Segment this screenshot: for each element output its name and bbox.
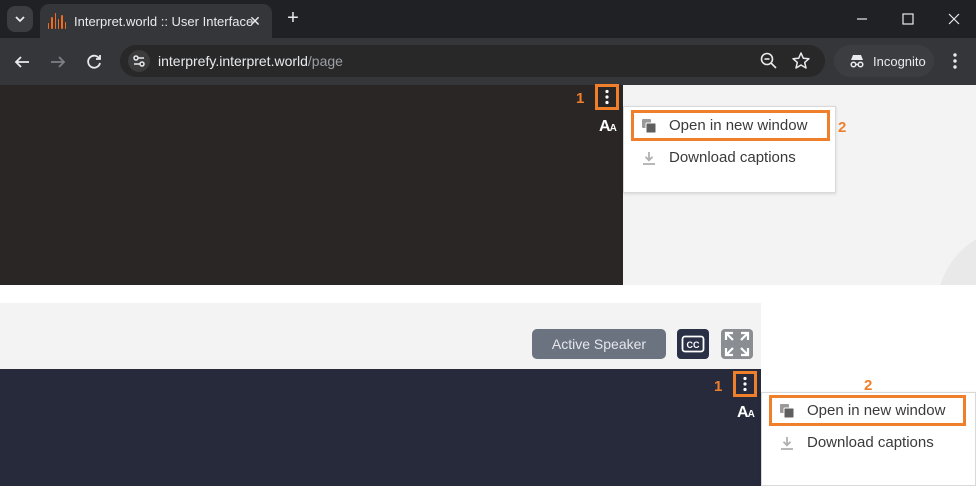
url-path: /page: [307, 53, 343, 69]
window-maximize-button[interactable]: [894, 5, 922, 33]
tune-icon: [133, 55, 145, 67]
more-vertical-icon: [605, 89, 609, 105]
bookmark-button[interactable]: [790, 50, 812, 72]
closed-captions-icon: CC: [681, 335, 705, 353]
more-vertical-icon: [953, 53, 957, 69]
reload-button[interactable]: [82, 50, 106, 74]
star-icon: [792, 52, 810, 69]
step-number-1-bottom: 1: [714, 378, 723, 395]
new-tab-button[interactable]: +: [282, 8, 304, 30]
tab-close-icon[interactable]: ✕: [246, 12, 264, 30]
menu-item-label: Download captions: [669, 149, 796, 166]
font-size-button[interactable]: AA: [599, 118, 617, 136]
tab-title: Interpret.world :: User Interface: [74, 13, 254, 29]
minimize-icon: [857, 18, 867, 20]
menu-item-open-new-window[interactable]: Open in new window: [641, 117, 807, 134]
forward-button[interactable]: [46, 50, 70, 74]
browser-menu-button[interactable]: [944, 50, 966, 72]
step-number-1: 1: [576, 90, 585, 107]
closed-captions-button[interactable]: CC: [677, 329, 709, 359]
maximize-icon: [902, 13, 914, 25]
menu-item-download-captions[interactable]: Download captions: [641, 149, 796, 166]
arrow-left-icon: [14, 56, 29, 68]
url-text[interactable]: interprefy.interpret.world/page: [158, 53, 343, 69]
menu-item-download-captions-bottom[interactable]: Download captions: [779, 434, 934, 451]
open-window-icon: [642, 118, 657, 133]
caption-options-button-bottom[interactable]: [733, 371, 757, 397]
decorative-arc: [937, 228, 976, 285]
back-button[interactable]: [10, 50, 34, 74]
zoom-out-icon: [760, 52, 777, 69]
open-window-icon: [780, 403, 795, 418]
font-size-button-bottom[interactable]: AA: [737, 404, 755, 422]
download-icon: [781, 436, 793, 450]
menu-item-label: Download captions: [807, 434, 934, 451]
caption-video-area-bottom: [0, 369, 761, 486]
caption-video-area: [0, 85, 623, 285]
site-info-button[interactable]: [128, 50, 150, 72]
close-icon: [948, 13, 960, 25]
menu-item-open-new-window-bottom[interactable]: Open in new window: [779, 402, 945, 419]
zoom-button[interactable]: [758, 50, 780, 72]
step-number-2: 2: [838, 119, 847, 136]
chevron-down-icon: [15, 16, 25, 23]
url-host: interprefy.interpret.world: [158, 53, 308, 69]
active-speaker-button[interactable]: Active Speaker: [532, 329, 666, 359]
incognito-label: Incognito: [873, 53, 926, 69]
fullscreen-icon: [724, 331, 750, 357]
window-close-button[interactable]: [940, 5, 968, 33]
more-vertical-icon: [743, 376, 747, 392]
fullscreen-button[interactable]: [721, 329, 753, 359]
menu-item-label: Open in new window: [669, 117, 808, 134]
menu-item-label: Open in new window: [807, 402, 946, 419]
download-icon: [643, 151, 655, 165]
tab-search-button[interactable]: [7, 6, 33, 32]
incognito-icon: [850, 55, 864, 68]
browser-tab[interactable]: Interpret.world :: User Interface ✕: [40, 4, 272, 38]
arrow-right-icon: [51, 56, 66, 68]
caption-options-button[interactable]: [595, 84, 619, 110]
cc-label: CC: [687, 340, 700, 350]
incognito-indicator[interactable]: Incognito: [834, 45, 934, 77]
interpret-logo-icon: [48, 13, 66, 29]
window-minimize-button[interactable]: [848, 5, 876, 33]
reload-icon: [87, 54, 101, 69]
